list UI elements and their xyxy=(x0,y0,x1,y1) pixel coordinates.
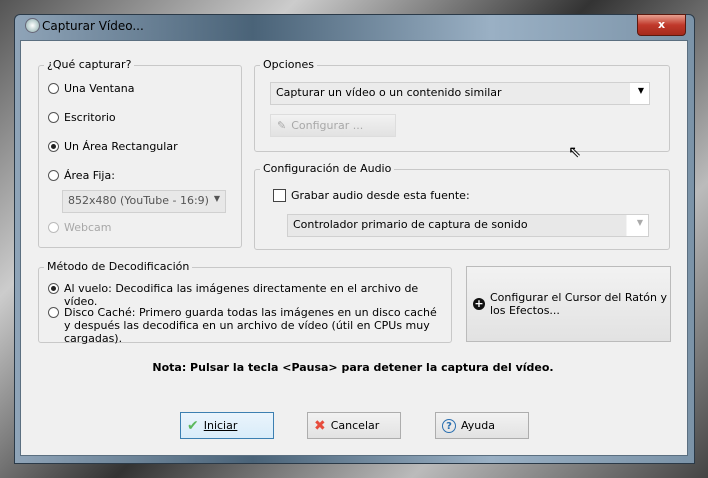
radio-on-the-fly[interactable]: Al vuelo: Decodifica las imágenes direct… xyxy=(48,282,443,308)
help-button[interactable]: ? Ayuda xyxy=(435,412,529,439)
audio-source-select[interactable]: Controlador primario de captura de sonid… xyxy=(287,214,649,237)
radio-window[interactable]: Una Ventana xyxy=(48,82,134,95)
radio-webcam[interactable]: Webcam xyxy=(48,221,112,234)
record-audio-checkbox[interactable] xyxy=(273,189,286,202)
chevron-down-icon: ▼ xyxy=(636,218,643,227)
cancel-button[interactable]: ✖ Cancelar xyxy=(307,412,401,439)
decode-legend: Método de Decodificación xyxy=(44,260,193,273)
radio-rectangle[interactable]: Un Área Rectangular xyxy=(48,140,178,153)
edit-icon: ✎ xyxy=(277,119,287,132)
what-capture-legend: ¿Qué capturar? xyxy=(44,58,135,71)
pause-note: Nota: Pulsar la tecla <Pausa> para deten… xyxy=(152,361,554,374)
x-icon: ✖ xyxy=(314,417,326,434)
record-audio-label: Grabar audio desde esta fuente: xyxy=(291,189,470,202)
close-button[interactable]: x xyxy=(637,14,686,36)
fixed-size-select[interactable]: 852x480 (YouTube - 16:9) ▼ xyxy=(62,190,226,213)
configure-button[interactable]: ✎ Configurar ... xyxy=(270,114,396,137)
radio-desktop[interactable]: Escritorio xyxy=(48,111,116,124)
help-icon: ? xyxy=(442,418,456,433)
chevron-down-icon: ▼ xyxy=(637,86,644,95)
options-legend: Opciones xyxy=(260,58,317,71)
check-icon: ✔ xyxy=(187,417,199,434)
options-group xyxy=(254,65,670,152)
app-icon xyxy=(25,18,40,33)
start-button[interactable]: ✔ Iniciar xyxy=(180,412,274,439)
cursor-effects-button[interactable]: + Configurar el Cursor del Ratón y los Ef… xyxy=(466,266,671,342)
audio-group xyxy=(254,169,670,250)
capture-mode-select[interactable]: Capturar un vídeo o un contenido similar… xyxy=(270,82,650,105)
radio-fixed-area[interactable]: Área Fija: xyxy=(48,169,115,182)
plus-circle-icon: + xyxy=(473,297,485,310)
mouse-cursor-icon: ⇖ xyxy=(568,142,582,161)
window-title: Capturar Vídeo... xyxy=(42,19,144,33)
audio-legend: Configuración de Audio xyxy=(260,162,395,175)
radio-disk-cache[interactable]: Disco Caché: Primero guarda todas las im… xyxy=(48,306,443,345)
chevron-down-icon: ▼ xyxy=(213,194,220,203)
